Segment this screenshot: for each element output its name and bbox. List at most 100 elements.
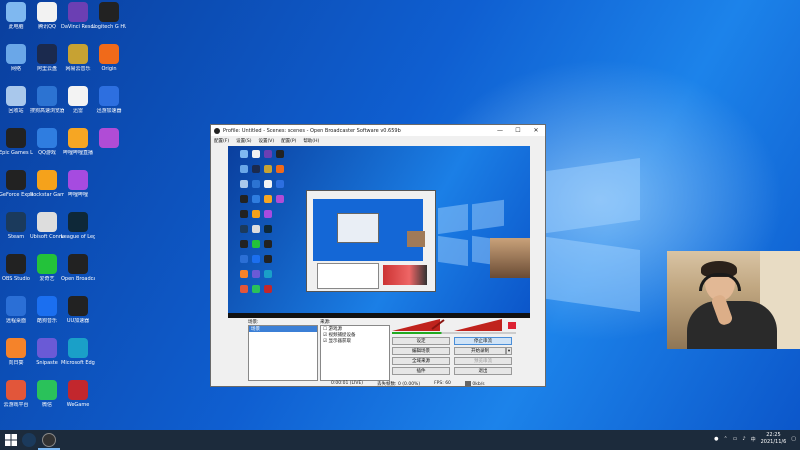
- desktop-icon[interactable]: Ubisoft Connect: [30, 212, 64, 240]
- desktop-icon[interactable]: 酷狗音乐: [30, 296, 64, 324]
- chevron-up-icon[interactable]: ⌃: [723, 436, 727, 442]
- desktop-icon[interactable]: 腾讯QQ: [30, 2, 64, 30]
- windows-start-icon[interactable]: [4, 433, 18, 447]
- notification-icon[interactable]: ▢: [791, 436, 796, 442]
- desktop-icon-label: 云游戏平台: [3, 402, 29, 408]
- preview-icon: [240, 180, 248, 188]
- desktop-icon[interactable]: WeGame: [61, 380, 95, 408]
- desktop-icon-label: DaVinci Resolve: [61, 24, 95, 30]
- menu-item[interactable]: 设置(S): [236, 138, 251, 144]
- desktop-icon[interactable]: 搜狗高速浏览器: [30, 86, 64, 114]
- desktop-icon-label: Open Broadcaster: [61, 276, 95, 282]
- preview-icon: [264, 270, 272, 278]
- scene-item[interactable]: 场景: [249, 326, 317, 332]
- obs-taskbar-icon[interactable]: [42, 433, 56, 447]
- desktop-icon[interactable]: 回收站: [0, 86, 33, 114]
- sources-list[interactable]: ☐ 游戏源 ☑ 视频捕捉设备 ☑ 显示器获取: [320, 325, 390, 381]
- minimize-icon[interactable]: —: [491, 127, 509, 134]
- preview-icon: [252, 165, 260, 173]
- close-icon[interactable]: ✕: [527, 127, 545, 134]
- desktop-icon[interactable]: 迅游加速器: [92, 86, 126, 114]
- preview-icon: [240, 285, 248, 293]
- preview-icon: [252, 180, 260, 188]
- network-icon[interactable]: ▭: [733, 436, 738, 442]
- plugins-button[interactable]: 插件: [392, 367, 450, 375]
- menu-item[interactable]: 设置(V): [258, 138, 274, 144]
- desktop-icon: [92, 254, 126, 276]
- source-item[interactable]: ☑ 显示器获取: [321, 338, 389, 344]
- app-icon: [68, 2, 88, 22]
- desktop-icon-label: 网易云音乐: [65, 66, 91, 72]
- app-icon: [99, 254, 119, 274]
- desktop-icon-label: 此电脑: [8, 24, 24, 30]
- preview-icon: [264, 285, 272, 293]
- desktop-icon[interactable]: GeForce Experience: [0, 170, 33, 198]
- desktop-icon[interactable]: 微信: [30, 380, 64, 408]
- desktop-icon[interactable]: Open Broadcaster: [61, 254, 95, 282]
- desktop-icon[interactable]: DaVinci Resolve: [61, 2, 95, 30]
- desktop-icon[interactable]: 阿里云盘: [30, 44, 64, 72]
- app-icon: [99, 338, 119, 358]
- record-dropdown-icon[interactable]: ▾: [506, 347, 512, 355]
- person-icon[interactable]: ●: [714, 436, 718, 442]
- desktop-icon[interactable]: Epic Games Launcher: [0, 128, 33, 156]
- desktop-icon[interactable]: 此电脑: [0, 2, 33, 30]
- title-bar[interactable]: Profile: Untitled - Scenes: scenes - Ope…: [211, 125, 545, 136]
- steam-taskbar-icon[interactable]: [22, 433, 36, 447]
- webcam-overlay-preview: [490, 238, 530, 278]
- preview-icon: [264, 195, 272, 203]
- desktop-icon[interactable]: Rockstar Games Launcher: [30, 170, 64, 198]
- dropped-frames: 丢失帧数: 0 (0.00%): [377, 382, 421, 387]
- global-sources-button[interactable]: 全域来源: [392, 357, 450, 365]
- desktop-icon[interactable]: UU加速器: [61, 296, 95, 324]
- clock[interactable]: 22:25 2021/11/6: [761, 432, 787, 446]
- app-icon: [37, 296, 57, 316]
- desktop-icon[interactable]: Microsoft Edge: [61, 338, 95, 366]
- menu-item[interactable]: 配置(P): [281, 138, 296, 144]
- ime-icon[interactable]: 中: [751, 436, 756, 443]
- stop-stream-button[interactable]: 停止串流: [454, 337, 512, 345]
- maximize-icon[interactable]: ☐: [509, 127, 527, 134]
- preview-icon: [264, 225, 272, 233]
- scenes-list[interactable]: 场景: [248, 325, 318, 381]
- desktop-icon[interactable]: 网易云音乐: [61, 44, 95, 72]
- preview-icon: [240, 270, 248, 278]
- desktop-icon[interactable]: 网络: [0, 44, 33, 72]
- desktop-icon[interactable]: 向日葵: [0, 338, 33, 366]
- desktop-icon[interactable]: 哔哩哔哩: [61, 170, 95, 198]
- desktop-icon-label: 哔哩哔哩: [67, 192, 88, 198]
- desktop-icon[interactable]: Logitech G HUB: [92, 2, 126, 30]
- desktop-icon[interactable]: 迅雷: [61, 86, 95, 114]
- app-icon: [6, 2, 26, 22]
- edit-scene-button[interactable]: 编辑场景: [392, 347, 450, 355]
- desktop-icon[interactable]: QQ游戏: [30, 128, 64, 156]
- desktop-icon[interactable]: OBS Studio: [0, 254, 33, 282]
- desktop-icon[interactable]: 哔哩哔哩直播: [61, 128, 95, 156]
- app-icon: [68, 254, 88, 274]
- desktop-icon-label: Steam: [7, 234, 25, 240]
- app-icon: [6, 254, 26, 274]
- start-record-button[interactable]: 开始录制: [454, 347, 506, 355]
- desktop-icon[interactable]: 远程桌面: [0, 296, 33, 324]
- settings-button[interactable]: 设定: [392, 337, 450, 345]
- desktop-icon[interactable]: League of Legends: [61, 212, 95, 240]
- desktop-icon[interactable]: Origin: [92, 44, 126, 72]
- desktop-icon[interactable]: Steam: [0, 212, 33, 240]
- mic-volume-meter[interactable]: [454, 319, 520, 331]
- desktop-icon[interactable]: 云游戏平台: [0, 380, 33, 408]
- preview-stream-button[interactable]: 预览串流: [454, 357, 512, 365]
- desktop-icon[interactable]: 爱奇艺: [30, 254, 64, 282]
- desktop-icon-label: Microsoft Edge: [61, 360, 95, 366]
- menu-item[interactable]: 帮助(H): [303, 138, 319, 144]
- desktop-volume-meter[interactable]: [392, 319, 450, 331]
- menu-item[interactable]: 配置(F): [214, 138, 229, 144]
- exit-button[interactable]: 退出: [454, 367, 512, 375]
- desktop-icon[interactable]: Snipaste: [30, 338, 64, 366]
- volume-icon[interactable]: ♪: [742, 436, 745, 442]
- desktop-icon-label: OBS Studio: [2, 276, 30, 282]
- obs-window[interactable]: Profile: Untitled - Scenes: scenes - Ope…: [210, 124, 546, 387]
- desktop-icon: [92, 128, 126, 150]
- desktop-icon-label: Origin: [101, 66, 117, 72]
- stream-preview[interactable]: [228, 146, 530, 318]
- desktop-icon-label: 网络: [10, 66, 21, 72]
